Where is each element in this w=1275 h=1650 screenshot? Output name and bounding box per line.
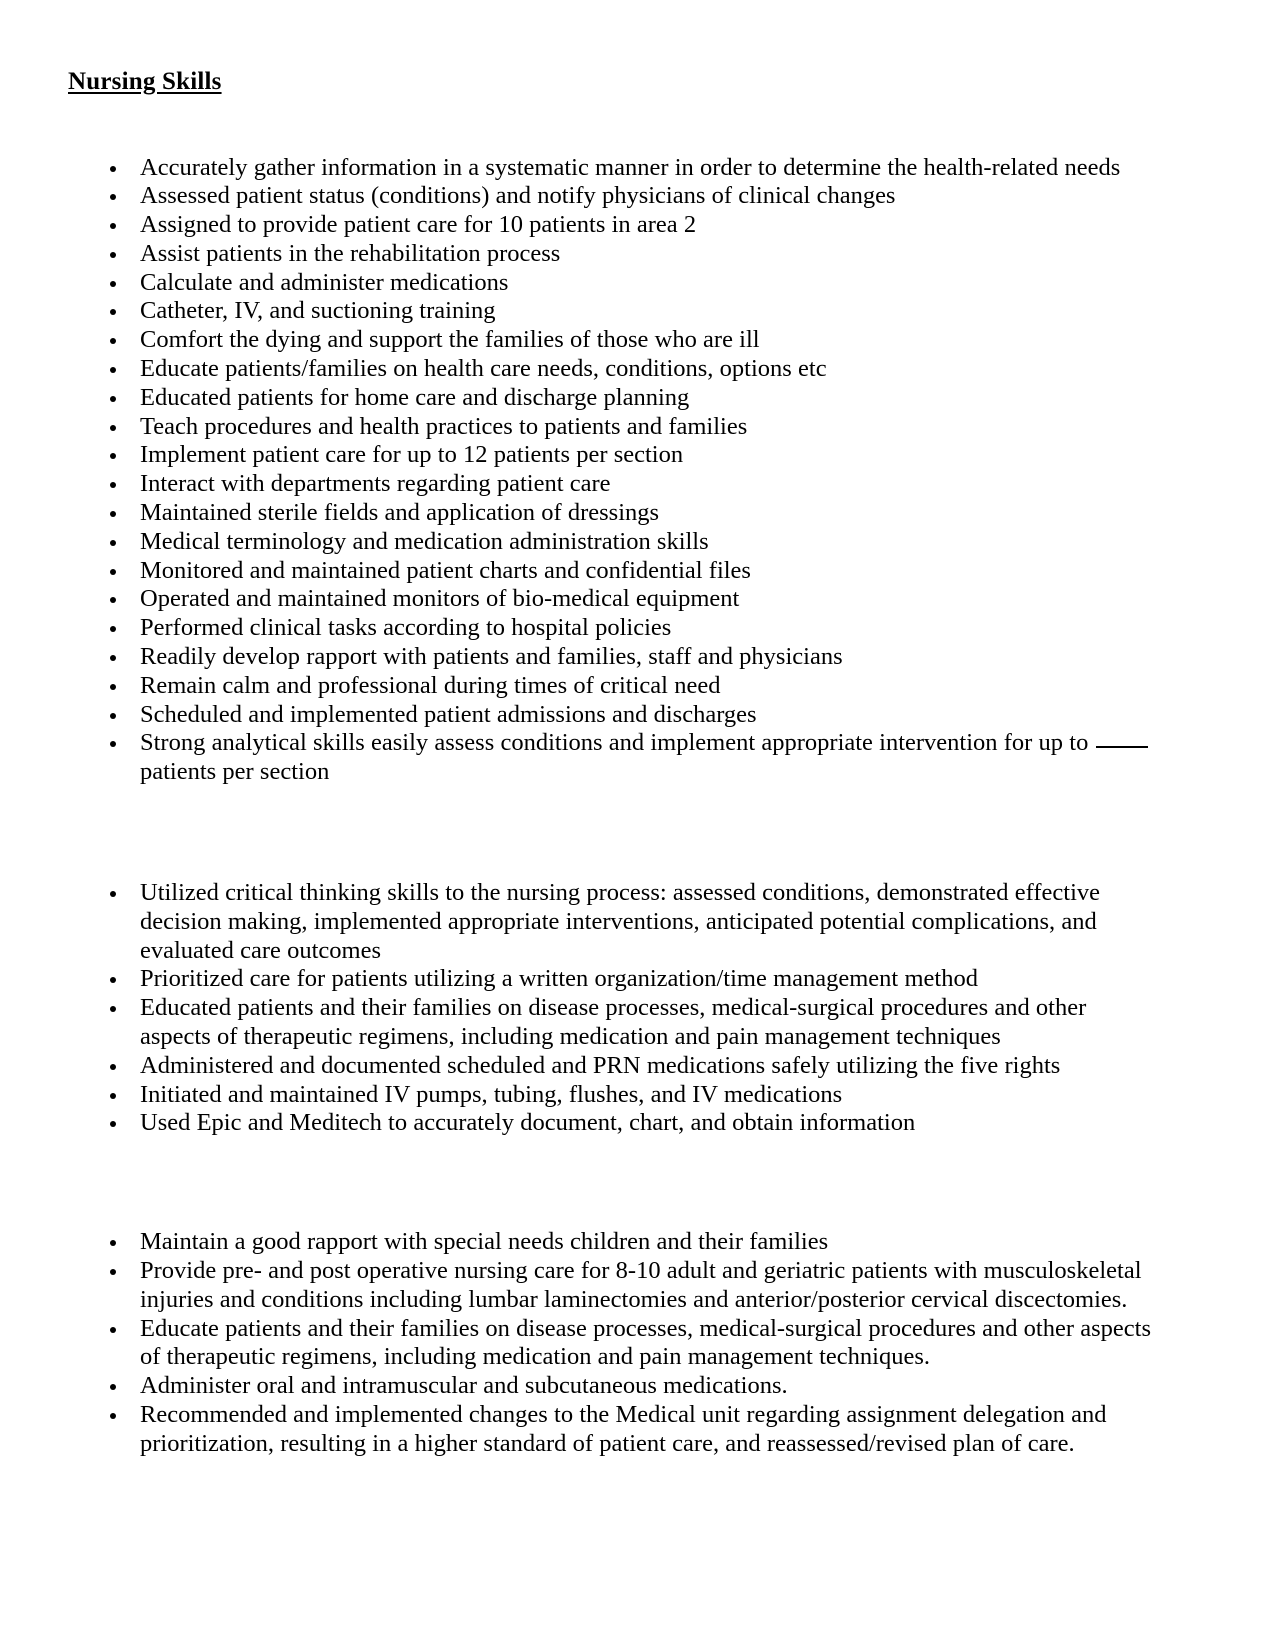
list-item-with-blank: Strong analytical skills easily assess c… — [68, 729, 1158, 787]
page-title: Nursing Skills — [68, 68, 222, 95]
list-item: Utilized critical thinking skills to the… — [68, 879, 1158, 965]
list-item: Monitored and maintained patient charts … — [68, 557, 1158, 586]
list-item: Educated patients and their families on … — [68, 994, 1158, 1052]
skills-list-patient-care: Maintain a good rapport with special nee… — [68, 1228, 1158, 1458]
list-item: Maintain a good rapport with special nee… — [68, 1228, 1158, 1257]
list-item: Provide pre- and post operative nursing … — [68, 1257, 1158, 1315]
list-item: Administered and documented scheduled an… — [68, 1052, 1158, 1081]
list-item: Comfort the dying and support the famili… — [68, 326, 1158, 355]
list-item: Assessed patient status (conditions) and… — [68, 182, 1158, 211]
skills-list-clinical-practice: Utilized critical thinking skills to the… — [68, 879, 1158, 1138]
document-body: Nursing Skills Accurately gather informa… — [68, 68, 1158, 1459]
list-item: Catheter, IV, and suctioning training — [68, 297, 1158, 326]
list-item: Interact with departments regarding pati… — [68, 470, 1158, 499]
list-item: Initiated and maintained IV pumps, tubin… — [68, 1081, 1158, 1110]
list-item: Educated patients for home care and disc… — [68, 384, 1158, 413]
list-item: Educate patients/families on health care… — [68, 355, 1158, 384]
list-item: Maintained sterile fields and applicatio… — [68, 499, 1158, 528]
list-item: Calculate and administer medications — [68, 269, 1158, 298]
list-item: Implement patient care for up to 12 pati… — [68, 441, 1158, 470]
document-page: Nursing Skills Accurately gather informa… — [0, 0, 1275, 1650]
skills-list-core: Accurately gather information in a syste… — [68, 154, 1158, 788]
list-item: Assist patients in the rehabilitation pr… — [68, 240, 1158, 269]
list-item: Medical terminology and medication admin… — [68, 528, 1158, 557]
spacer-between-section-1-and-2 — [68, 787, 1158, 879]
list-item: Operated and maintained monitors of bio-… — [68, 585, 1158, 614]
list-item: Readily develop rapport with patients an… — [68, 643, 1158, 672]
list-item: Teach procedures and health practices to… — [68, 413, 1158, 442]
list-item: Scheduled and implemented patient admiss… — [68, 701, 1158, 730]
spacer-after-title — [68, 96, 1158, 154]
fill-in-blank — [1095, 746, 1148, 749]
list-item: Recommended and implemented changes to t… — [68, 1401, 1158, 1459]
list-item: Performed clinical tasks according to ho… — [68, 614, 1158, 643]
list-item: Administer oral and intramuscular and su… — [68, 1372, 1158, 1401]
spacer-between-section-2-and-3 — [68, 1138, 1158, 1228]
list-item: Remain calm and professional during time… — [68, 672, 1158, 701]
list-item: Used Epic and Meditech to accurately doc… — [68, 1109, 1158, 1138]
list-item-text-after-blank: patients per section — [140, 758, 330, 786]
list-item: Prioritized care for patients utilizing … — [68, 965, 1158, 994]
list-item: Educate patients and their families on d… — [68, 1315, 1158, 1373]
list-item: Accurately gather information in a syste… — [68, 154, 1158, 183]
list-item: Assigned to provide patient care for 10 … — [68, 211, 1158, 240]
list-item-text-before-blank: Strong analytical skills easily assess c… — [140, 729, 1095, 757]
